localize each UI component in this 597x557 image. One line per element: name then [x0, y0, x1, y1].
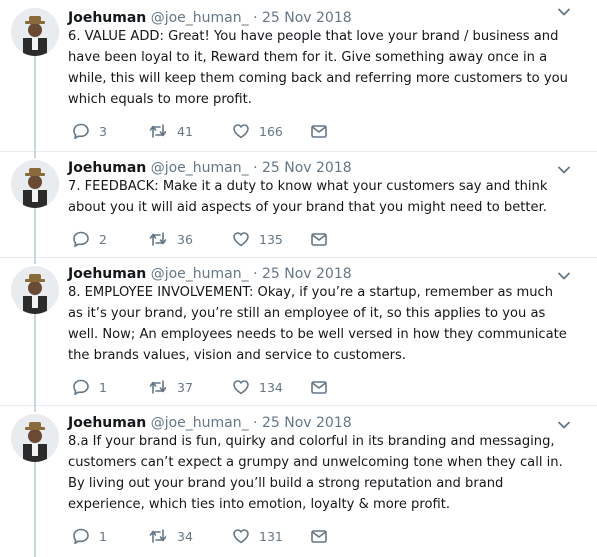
avatar[interactable]: [11, 160, 59, 208]
tweet[interactable]: Joehuman @joe_human_ · 25 Nov 2018 8. EM…: [0, 258, 597, 406]
thread-line: [34, 314, 36, 406]
tweet-header: Joehuman @joe_human_ · 25 Nov 2018: [68, 8, 352, 28]
tweet[interactable]: Joehuman @joe_human_ · 25 Nov 2018 6. VA…: [0, 0, 597, 152]
chevron-down-icon[interactable]: [557, 268, 571, 282]
reply-icon: [72, 122, 90, 140]
user-handle[interactable]: @joe_human_: [151, 266, 249, 282]
tweet-date[interactable]: 25 Nov 2018: [262, 160, 352, 176]
envelope-icon: [310, 527, 328, 545]
reply-count: 2: [99, 231, 107, 247]
separator-dot: ·: [253, 10, 258, 26]
display-name[interactable]: Joehuman: [68, 415, 146, 431]
reply-count: 1: [99, 528, 107, 544]
retweet-icon: [148, 527, 168, 545]
reply-icon: [72, 378, 90, 396]
retweet-count: 37: [177, 379, 193, 395]
thread-line: [34, 406, 36, 412]
retweet-button[interactable]: 36: [148, 229, 193, 249]
retweet-icon: [148, 378, 168, 396]
tweet-text: 6. VALUE ADD: Great! You have people tha…: [68, 29, 568, 107]
display-name[interactable]: Joehuman: [68, 266, 146, 282]
retweet-button[interactable]: 41: [148, 121, 193, 141]
direct-message-button[interactable]: [310, 121, 328, 141]
tweet-header: Joehuman @joe_human_ · 25 Nov 2018: [68, 158, 352, 178]
reply-count: 1: [99, 379, 107, 395]
like-button[interactable]: 166: [232, 121, 283, 141]
thread-line: [34, 462, 36, 557]
like-count: 166: [259, 123, 283, 139]
like-button[interactable]: 134: [232, 377, 283, 397]
tweet-date[interactable]: 25 Nov 2018: [262, 415, 352, 431]
tweet-date[interactable]: 25 Nov 2018: [262, 266, 352, 282]
retweet-icon: [148, 230, 168, 248]
tweet[interactable]: Joehuman @joe_human_ · 25 Nov 2018 8.a I…: [0, 406, 597, 557]
chevron-down-icon[interactable]: [557, 4, 571, 18]
retweet-icon: [148, 122, 168, 140]
retweet-count: 34: [177, 528, 193, 544]
tweet-text: 7. FEEDBACK: Make it a duty to know what…: [68, 179, 548, 215]
tweet-header: Joehuman @joe_human_ · 25 Nov 2018: [68, 264, 352, 284]
separator-dot: ·: [253, 160, 258, 176]
avatar[interactable]: [11, 414, 59, 462]
envelope-icon: [310, 122, 328, 140]
reply-button[interactable]: 2: [72, 229, 107, 249]
like-button[interactable]: 131: [232, 526, 283, 546]
reply-button[interactable]: 3: [72, 121, 107, 141]
heart-icon: [232, 122, 250, 140]
separator-dot: ·: [253, 266, 258, 282]
retweet-count: 41: [177, 123, 193, 139]
like-button[interactable]: 135: [232, 229, 283, 249]
envelope-icon: [310, 230, 328, 248]
retweet-count: 36: [177, 231, 193, 247]
tweet-thread: Joehuman @joe_human_ · 25 Nov 2018 6. VA…: [0, 0, 597, 557]
tweet-date[interactable]: 25 Nov 2018: [262, 10, 352, 26]
separator-dot: ·: [253, 415, 258, 431]
avatar[interactable]: [11, 8, 59, 56]
direct-message-button[interactable]: [310, 526, 328, 546]
thread-line: [34, 152, 36, 158]
heart-icon: [232, 527, 250, 545]
envelope-icon: [310, 378, 328, 396]
tweet-header: Joehuman @joe_human_ · 25 Nov 2018: [68, 413, 352, 433]
user-handle[interactable]: @joe_human_: [151, 10, 249, 26]
avatar[interactable]: [11, 266, 59, 314]
tweet[interactable]: Joehuman @joe_human_ · 25 Nov 2018 7. FE…: [0, 152, 597, 258]
display-name[interactable]: Joehuman: [68, 160, 146, 176]
display-name[interactable]: Joehuman: [68, 10, 146, 26]
like-count: 134: [259, 379, 283, 395]
reply-button[interactable]: 1: [72, 377, 107, 397]
thread-line: [34, 208, 36, 258]
user-handle[interactable]: @joe_human_: [151, 160, 249, 176]
heart-icon: [232, 230, 250, 248]
retweet-button[interactable]: 37: [148, 377, 193, 397]
tweet-text: 8.a If your brand is fun, quirky and col…: [68, 434, 563, 512]
thread-line: [34, 258, 36, 264]
thread-line: [34, 56, 36, 152]
direct-message-button[interactable]: [310, 229, 328, 249]
like-count: 135: [259, 231, 283, 247]
chevron-down-icon[interactable]: [557, 417, 571, 431]
tweet-text: 8. EMPLOYEE INVOLVEMENT: Okay, if you’re…: [68, 285, 567, 363]
heart-icon: [232, 378, 250, 396]
reply-icon: [72, 230, 90, 248]
chevron-down-icon[interactable]: [557, 162, 571, 176]
direct-message-button[interactable]: [310, 377, 328, 397]
reply-icon: [72, 527, 90, 545]
reply-button[interactable]: 1: [72, 526, 107, 546]
user-handle[interactable]: @joe_human_: [151, 415, 249, 431]
reply-count: 3: [99, 123, 107, 139]
retweet-button[interactable]: 34: [148, 526, 193, 546]
like-count: 131: [259, 528, 283, 544]
